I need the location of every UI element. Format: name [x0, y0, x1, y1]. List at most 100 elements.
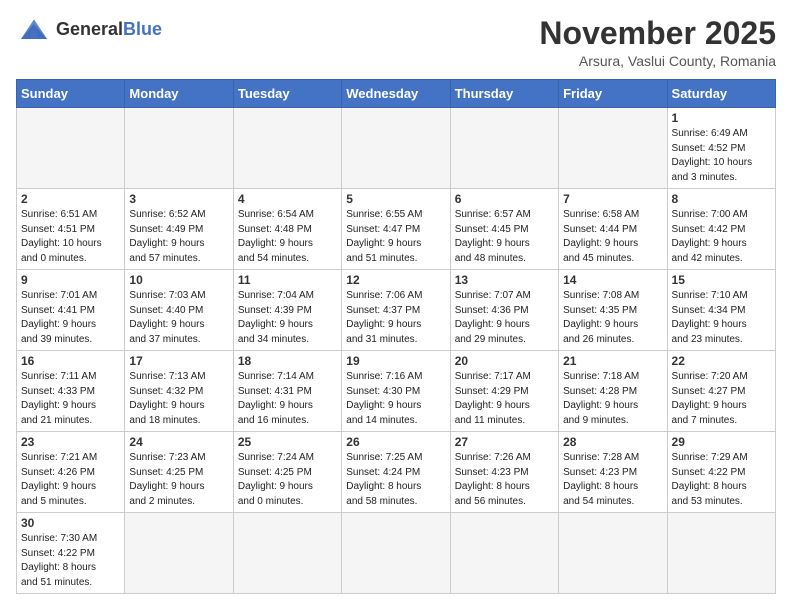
calendar-day-cell: 2 Sunrise: 6:51 AM Sunset: 4:51 PM Daylig… [17, 189, 125, 270]
day-sun-info: Sunrise: 7:06 AM Sunset: 4:37 PM Dayligh… [346, 289, 445, 347]
day-sun-info: Sunrise: 6:51 AM Sunset: 4:51 PM Dayligh… [21, 208, 120, 266]
day-number: 23 [21, 435, 120, 449]
logo: GeneralBlue [16, 16, 162, 44]
calendar-table: SundayMondayTuesdayWednesdayThursdayFrid… [16, 79, 776, 594]
day-number: 15 [672, 273, 771, 287]
calendar-day-cell [125, 108, 233, 189]
calendar-day-cell: 28 Sunrise: 7:28 AM Sunset: 4:23 PM Dayli… [559, 432, 667, 513]
day-sun-info: Sunrise: 7:26 AM Sunset: 4:23 PM Dayligh… [455, 451, 554, 509]
calendar-day-cell: 18 Sunrise: 7:14 AM Sunset: 4:31 PM Dayli… [233, 351, 341, 432]
day-number: 26 [346, 435, 445, 449]
calendar-day-cell: 20Sunrise: 7:17 AM Sunset: 4:29 PM Dayli… [450, 351, 558, 432]
calendar-day-cell: 19 Sunrise: 7:16 AM Sunset: 4:30 PM Dayli… [342, 351, 450, 432]
day-number: 12 [346, 273, 445, 287]
day-sun-info: Sunrise: 7:10 AM Sunset: 4:34 PM Dayligh… [672, 289, 771, 347]
calendar-header-wednesday: Wednesday [342, 80, 450, 108]
calendar-day-cell: 5Sunrise: 6:55 AM Sunset: 4:47 PM Daylig… [342, 189, 450, 270]
day-sun-info: Sunrise: 6:58 AM Sunset: 4:44 PM Dayligh… [563, 208, 662, 266]
day-sun-info: Sunrise: 7:24 AM Sunset: 4:25 PM Dayligh… [238, 451, 337, 509]
day-sun-info: Sunrise: 7:29 AM Sunset: 4:22 PM Dayligh… [672, 451, 771, 509]
calendar-day-cell: 21Sunrise: 7:18 AM Sunset: 4:28 PM Dayli… [559, 351, 667, 432]
day-sun-info: Sunrise: 7:30 AM Sunset: 4:22 PM Dayligh… [21, 532, 120, 590]
logo-normal-text: General [56, 19, 123, 39]
day-number: 1 [672, 111, 771, 125]
calendar-day-cell: 10Sunrise: 7:03 AM Sunset: 4:40 PM Dayli… [125, 270, 233, 351]
day-number: 30 [21, 516, 120, 530]
day-sun-info: Sunrise: 7:14 AM Sunset: 4:31 PM Dayligh… [238, 370, 337, 428]
calendar-day-cell: 14 Sunrise: 7:08 AM Sunset: 4:35 PM Dayli… [559, 270, 667, 351]
day-number: 29 [672, 435, 771, 449]
calendar-day-cell: 12 Sunrise: 7:06 AM Sunset: 4:37 PM Dayli… [342, 270, 450, 351]
calendar-day-cell: 1 Sunrise: 6:49 AM Sunset: 4:52 PM Daylig… [667, 108, 775, 189]
calendar-week-row: 23 Sunrise: 7:21 AM Sunset: 4:26 PM Dayli… [17, 432, 776, 513]
calendar-week-row: 1 Sunrise: 6:49 AM Sunset: 4:52 PM Daylig… [17, 108, 776, 189]
calendar-day-cell: 9 Sunrise: 7:01 AM Sunset: 4:41 PM Daylig… [17, 270, 125, 351]
logo-text: GeneralBlue [56, 20, 162, 40]
day-sun-info: Sunrise: 7:01 AM Sunset: 4:41 PM Dayligh… [21, 289, 120, 347]
day-number: 5 [346, 192, 445, 206]
day-number: 24 [129, 435, 228, 449]
day-sun-info: Sunrise: 7:16 AM Sunset: 4:30 PM Dayligh… [346, 370, 445, 428]
calendar-title-area: November 2025 Arsura, Vaslui County, Rom… [539, 16, 776, 69]
day-sun-info: Sunrise: 7:18 AM Sunset: 4:28 PM Dayligh… [563, 370, 662, 428]
calendar-day-cell: 16 Sunrise: 7:11 AM Sunset: 4:33 PM Dayli… [17, 351, 125, 432]
day-sun-info: Sunrise: 6:49 AM Sunset: 4:52 PM Dayligh… [672, 127, 771, 185]
day-sun-info: Sunrise: 7:13 AM Sunset: 4:32 PM Dayligh… [129, 370, 228, 428]
calendar-day-cell: 25 Sunrise: 7:24 AM Sunset: 4:25 PM Dayli… [233, 432, 341, 513]
calendar-day-cell [233, 108, 341, 189]
day-sun-info: Sunrise: 7:07 AM Sunset: 4:36 PM Dayligh… [455, 289, 554, 347]
day-number: 20 [455, 354, 554, 368]
calendar-header-row: SundayMondayTuesdayWednesdayThursdayFrid… [17, 80, 776, 108]
calendar-day-cell [342, 513, 450, 594]
calendar-day-cell: 27 Sunrise: 7:26 AM Sunset: 4:23 PM Dayli… [450, 432, 558, 513]
calendar-day-cell [17, 108, 125, 189]
calendar-day-cell [450, 108, 558, 189]
day-sun-info: Sunrise: 7:00 AM Sunset: 4:42 PM Dayligh… [672, 208, 771, 266]
day-number: 11 [238, 273, 337, 287]
calendar-day-cell: 30 Sunrise: 7:30 AM Sunset: 4:22 PM Dayli… [17, 513, 125, 594]
day-number: 19 [346, 354, 445, 368]
day-number: 10 [129, 273, 228, 287]
day-number: 2 [21, 192, 120, 206]
calendar-day-cell [342, 108, 450, 189]
day-sun-info: Sunrise: 7:11 AM Sunset: 4:33 PM Dayligh… [21, 370, 120, 428]
day-sun-info: Sunrise: 6:52 AM Sunset: 4:49 PM Dayligh… [129, 208, 228, 266]
day-number: 27 [455, 435, 554, 449]
calendar-day-cell [233, 513, 341, 594]
calendar-header-tuesday: Tuesday [233, 80, 341, 108]
day-sun-info: Sunrise: 6:57 AM Sunset: 4:45 PM Dayligh… [455, 208, 554, 266]
day-number: 14 [563, 273, 662, 287]
day-sun-info: Sunrise: 6:54 AM Sunset: 4:48 PM Dayligh… [238, 208, 337, 266]
calendar-day-cell: 11 Sunrise: 7:04 AM Sunset: 4:39 PM Dayli… [233, 270, 341, 351]
calendar-day-cell: 24Sunrise: 7:23 AM Sunset: 4:25 PM Dayli… [125, 432, 233, 513]
calendar-day-cell: 4 Sunrise: 6:54 AM Sunset: 4:48 PM Daylig… [233, 189, 341, 270]
day-sun-info: Sunrise: 7:25 AM Sunset: 4:24 PM Dayligh… [346, 451, 445, 509]
day-number: 6 [455, 192, 554, 206]
generalblue-logo-icon [16, 16, 52, 44]
day-number: 25 [238, 435, 337, 449]
day-sun-info: Sunrise: 7:20 AM Sunset: 4:27 PM Dayligh… [672, 370, 771, 428]
day-number: 16 [21, 354, 120, 368]
calendar-day-cell [559, 513, 667, 594]
calendar-week-row: 16 Sunrise: 7:11 AM Sunset: 4:33 PM Dayli… [17, 351, 776, 432]
day-number: 28 [563, 435, 662, 449]
day-number: 22 [672, 354, 771, 368]
month-title: November 2025 [539, 16, 776, 51]
calendar-day-cell [559, 108, 667, 189]
calendar-day-cell [667, 513, 775, 594]
day-number: 4 [238, 192, 337, 206]
calendar-day-cell: 22 Sunrise: 7:20 AM Sunset: 4:27 PM Dayli… [667, 351, 775, 432]
calendar-day-cell [125, 513, 233, 594]
day-number: 9 [21, 273, 120, 287]
day-number: 7 [563, 192, 662, 206]
calendar-week-row: 9 Sunrise: 7:01 AM Sunset: 4:41 PM Daylig… [17, 270, 776, 351]
day-sun-info: Sunrise: 7:21 AM Sunset: 4:26 PM Dayligh… [21, 451, 120, 509]
calendar-day-cell: 17 Sunrise: 7:13 AM Sunset: 4:32 PM Dayli… [125, 351, 233, 432]
calendar-day-cell [450, 513, 558, 594]
day-number: 18 [238, 354, 337, 368]
day-sun-info: Sunrise: 7:28 AM Sunset: 4:23 PM Dayligh… [563, 451, 662, 509]
day-sun-info: Sunrise: 7:04 AM Sunset: 4:39 PM Dayligh… [238, 289, 337, 347]
day-number: 17 [129, 354, 228, 368]
calendar-day-cell: 6 Sunrise: 6:57 AM Sunset: 4:45 PM Daylig… [450, 189, 558, 270]
day-sun-info: Sunrise: 7:08 AM Sunset: 4:35 PM Dayligh… [563, 289, 662, 347]
